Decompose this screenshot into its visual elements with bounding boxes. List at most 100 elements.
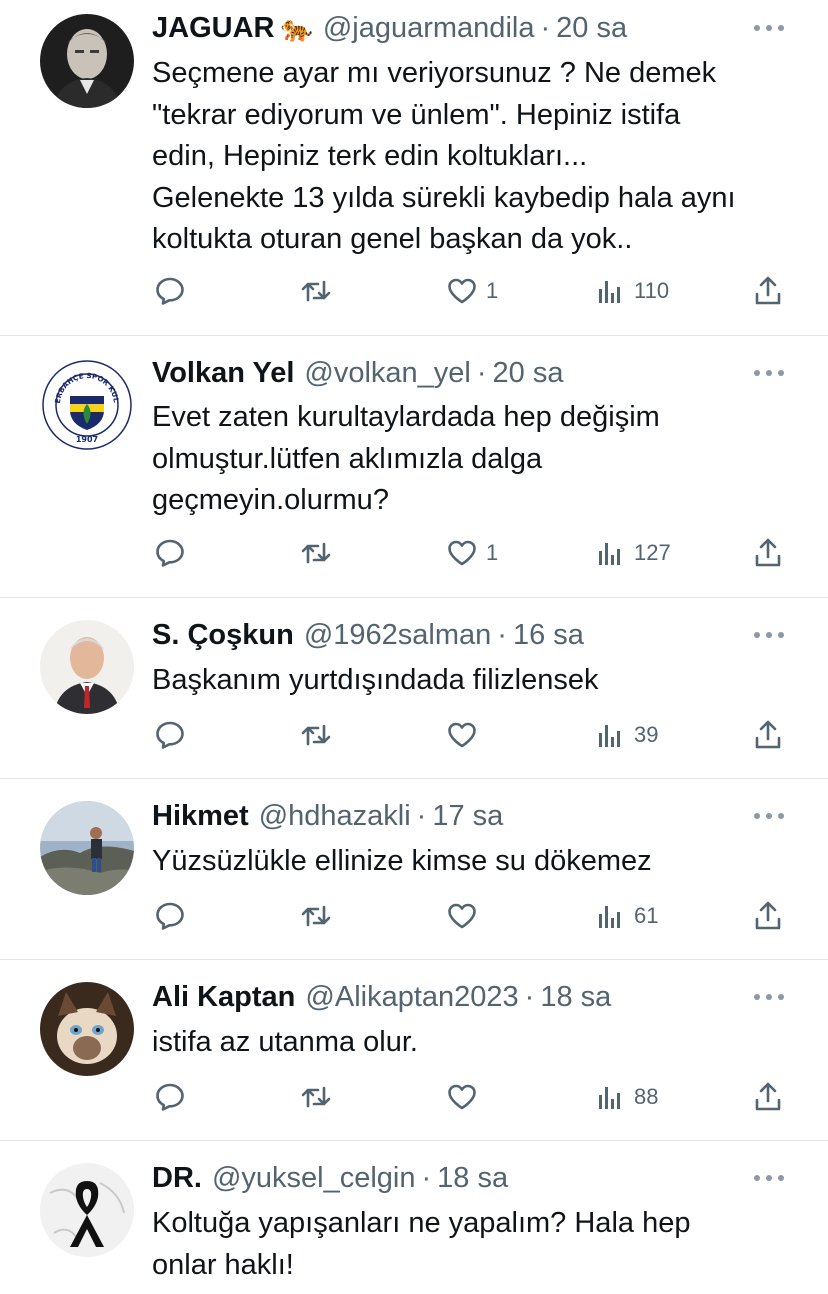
share-button[interactable] (752, 274, 784, 308)
tweet-item[interactable]: Hikmet @hdhazakli · 17 sa Yüzsüzlükle el… (0, 779, 828, 960)
like-button[interactable] (446, 899, 478, 933)
reply-icon (154, 900, 186, 932)
retweet-button[interactable] (300, 536, 332, 570)
user-handle[interactable]: @volkan_yel (304, 356, 470, 390)
share-button[interactable] (752, 536, 784, 570)
tweet-header: JAGUAR 🐅 @jaguarmandila · 20 sa (152, 11, 758, 45)
tweet-header: Ali Kaptan @Alikaptan2023 · 18 sa (152, 980, 758, 1014)
tweet-text-line: koltukta oturan genel başkan da yok.. (152, 223, 633, 255)
retweet-button[interactable] (300, 1080, 332, 1114)
more-icon[interactable] (754, 987, 784, 1007)
tweet-text-line: istifa az utanma olur. (152, 1026, 418, 1058)
user-handle[interactable]: @jaguarmandila (323, 11, 535, 45)
separator-dot: · (540, 12, 551, 44)
retweet-button[interactable] (300, 899, 332, 933)
avatar[interactable] (40, 620, 134, 714)
tweet-text-line: geçmeyin.olurmu? (152, 484, 389, 516)
timestamp[interactable]: 18 sa (540, 980, 611, 1014)
more-icon[interactable] (754, 363, 784, 383)
tweet-text-line: Gelenekte 13 yılda sürekli kaybedip hala… (152, 181, 736, 214)
tweet-item[interactable]: JAGUAR 🐅 @jaguarmandila · 20 sa Seçmene … (0, 0, 828, 336)
retweet-icon (300, 275, 332, 307)
like-button[interactable] (446, 1080, 478, 1114)
timestamp[interactable]: 20 sa (493, 356, 564, 390)
like-button[interactable]: 1 (446, 536, 498, 570)
like-button[interactable] (446, 718, 478, 752)
reply-button[interactable] (154, 899, 186, 933)
avatar[interactable] (40, 1163, 134, 1257)
display-name[interactable]: JAGUAR (152, 11, 274, 45)
more-icon[interactable] (754, 625, 784, 645)
user-handle[interactable]: @Alikaptan2023 (305, 980, 518, 1014)
share-icon (752, 900, 784, 932)
club-year-text: 1907 (76, 435, 98, 444)
action-bar: 39 (0, 718, 828, 752)
tweet-text: Seçmene ayar mı veriyorsunuz ? Ne demek … (152, 53, 802, 261)
views-button[interactable]: 110 (594, 274, 669, 308)
tweet-text-line: "tekrar ediyorum ve ünlem". Hepiniz isti… (152, 98, 681, 131)
views-icon (594, 275, 626, 307)
timestamp[interactable]: 17 sa (432, 799, 503, 833)
tweet-text-line: Koltuğa yapışanları ne yapalım? Hala hep (152, 1207, 691, 1239)
more-icon[interactable] (754, 806, 784, 826)
like-icon (446, 719, 478, 751)
tweet-item[interactable]: DR. @yuksel_celgin · 18 sa Koltuğa yapış… (0, 1141, 828, 1294)
views-icon (594, 900, 626, 932)
views-button[interactable]: 88 (594, 1080, 658, 1114)
retweet-icon (300, 900, 332, 932)
view-count: 61 (634, 903, 659, 928)
tweet-text: Yüzsüzlükle ellinize kimse su dökemez (152, 841, 802, 883)
tweet-text: Evet zaten kurultaylardada hep değişim o… (152, 397, 802, 522)
separator-dot: · (421, 1162, 432, 1194)
reply-button[interactable] (154, 536, 186, 570)
retweet-icon (300, 537, 332, 569)
like-count: 1 (486, 540, 499, 565)
avatar[interactable] (40, 982, 134, 1076)
action-bar: 61 (0, 899, 828, 933)
tweet-item[interactable]: S. Çoşkun @1962salman · 16 sa Başkanım y… (0, 598, 828, 779)
timestamp[interactable]: 16 sa (513, 618, 584, 652)
display-name[interactable]: Ali Kaptan (152, 980, 295, 1014)
timestamp[interactable]: 18 sa (437, 1161, 508, 1195)
share-button[interactable] (752, 899, 784, 933)
retweet-icon (300, 1081, 332, 1113)
display-name[interactable]: Hikmet (152, 799, 249, 833)
retweet-button[interactable] (300, 274, 332, 308)
reply-button[interactable] (154, 718, 186, 752)
tweet-text-line: olmuştur.lütfen aklımızla dalga (152, 442, 543, 475)
reply-button[interactable] (154, 274, 186, 308)
display-name[interactable]: S. Çoşkun (152, 618, 294, 652)
views-button[interactable]: 61 (594, 899, 658, 933)
action-bar: 1 110 (0, 274, 828, 308)
more-icon[interactable] (754, 18, 784, 38)
views-icon (594, 1081, 626, 1113)
share-button[interactable] (752, 1080, 784, 1114)
tweet-text-line: Seçmene ayar mı veriyorsunuz ? Ne demek (152, 57, 717, 89)
avatar[interactable]: FENERBAHÇE SPOR KULÜBÜ 1907 (40, 358, 134, 452)
views-icon (594, 537, 626, 569)
user-handle[interactable]: @hdhazakli (259, 799, 411, 833)
share-button[interactable] (752, 718, 784, 752)
timestamp[interactable]: 20 sa (556, 11, 627, 45)
separator-dot: · (524, 981, 535, 1013)
like-button[interactable]: 1 (446, 274, 498, 308)
tweet-text-line: onlar haklı! (152, 1248, 294, 1281)
tweet-item[interactable]: Ali Kaptan @Alikaptan2023 · 18 sa istifa… (0, 960, 828, 1141)
separator-dot: · (497, 619, 507, 651)
separator-dot: · (476, 357, 487, 389)
view-count: 39 (634, 722, 659, 747)
display-name[interactable]: DR. (152, 1161, 202, 1195)
tweet-item[interactable]: FENERBAHÇE SPOR KULÜBÜ 1907 Volkan Yel @… (0, 336, 828, 598)
avatar[interactable] (40, 14, 134, 108)
display-name[interactable]: Volkan Yel (152, 356, 294, 390)
views-button[interactable]: 127 (594, 536, 671, 570)
user-handle[interactable]: @yuksel_celgin (212, 1161, 416, 1195)
reply-button[interactable] (154, 1080, 186, 1114)
reply-icon (154, 275, 186, 307)
views-button[interactable]: 39 (594, 718, 658, 752)
retweet-button[interactable] (300, 718, 332, 752)
user-handle[interactable]: @1962salman (304, 618, 491, 652)
tweet-header: Volkan Yel @volkan_yel · 20 sa (152, 356, 758, 390)
avatar[interactable] (40, 801, 134, 895)
more-icon[interactable] (754, 1168, 784, 1188)
